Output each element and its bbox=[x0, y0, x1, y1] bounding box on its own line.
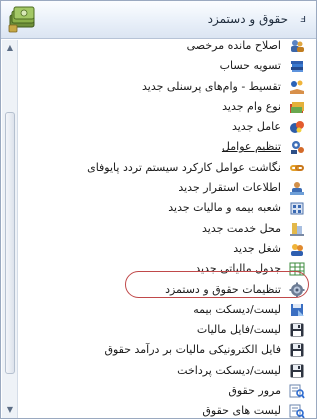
branch-icon bbox=[290, 202, 304, 215]
menu-item-label: فایل الکترونیکی مالیات بر درآمد حقوق bbox=[104, 343, 281, 357]
menu-item-label: اصلاح مانده مرخصی bbox=[186, 40, 281, 52]
settings-users-icon bbox=[291, 141, 304, 155]
menu-item[interactable]: جدول مالیاتی جدید bbox=[19, 259, 311, 279]
menu-item[interactable]: لیست/فایل مالیات bbox=[19, 320, 311, 340]
floppy-disk-icon bbox=[290, 364, 304, 378]
menu-item[interactable]: لیست/دیسکت پرداخت bbox=[19, 361, 311, 381]
menu-item-label: نگاشت عوامل کارکرد سیستم تردد پایوفای bbox=[87, 160, 281, 174]
menu-item-label: شعبه بیمه و مالیات جدید bbox=[168, 201, 281, 215]
floppy-disk-icon bbox=[290, 323, 304, 337]
menu-item-label: محل خدمت جدید bbox=[202, 221, 281, 235]
diskette-insurance-icon bbox=[291, 303, 304, 316]
menu-item-label: لیست/دیسکت پرداخت bbox=[177, 363, 281, 377]
scroll-thumb[interactable] bbox=[5, 112, 15, 374]
menu-item[interactable]: شعبه بیمه و مالیات جدید bbox=[19, 198, 311, 218]
gear-icon bbox=[289, 282, 305, 298]
menu-item[interactable]: نوع وام جدید bbox=[19, 97, 311, 117]
menu-item-label: جدول مالیاتی جدید bbox=[195, 262, 281, 276]
job-icon bbox=[291, 243, 303, 256]
menu-item-label: تنظیمات حقوق و دستمزد bbox=[165, 282, 281, 296]
menu-item[interactable]: شغل جدید bbox=[19, 239, 311, 259]
menu-item[interactable]: لیست/دیسکت بیمه bbox=[19, 300, 311, 320]
factor-icon bbox=[290, 121, 304, 134]
building-icon bbox=[290, 222, 304, 236]
menu-item[interactable]: لیست های حقوق bbox=[19, 401, 311, 418]
folders-icon bbox=[290, 101, 304, 113]
menu-item[interactable]: تنظیم عوامل bbox=[19, 137, 311, 157]
menu-item-label: مرور حقوق bbox=[228, 384, 281, 398]
menu-item[interactable]: عامل جدید bbox=[19, 117, 311, 137]
menu-item[interactable]: تنظیمات حقوق و دستمزد bbox=[19, 280, 311, 300]
scroll-up-button[interactable]: ▲ bbox=[2, 41, 18, 55]
users-edit-icon bbox=[291, 40, 304, 52]
menu-item-label: نوع وام جدید bbox=[222, 99, 281, 113]
menu-item[interactable]: محل خدمت جدید bbox=[19, 219, 311, 239]
menu-item-label: تقسیط - وام‌های پرسنلی جدید bbox=[142, 79, 281, 93]
floppy-disk-icon bbox=[290, 343, 304, 357]
menu-item-label: لیست/فایل مالیات bbox=[196, 323, 281, 337]
menu-item-label: لیست/دیسکت بیمه bbox=[193, 302, 281, 316]
grid-table-icon bbox=[289, 262, 305, 276]
menu-item[interactable]: فایل الکترونیکی مالیات بر درآمد حقوق bbox=[19, 340, 311, 360]
panel-title: حقوق و دستمزد bbox=[207, 12, 288, 26]
menu-item[interactable]: مرور حقوق bbox=[19, 381, 311, 401]
menu-item-label: عامل جدید bbox=[231, 120, 281, 134]
menu-item[interactable]: تسویه حساب bbox=[19, 56, 311, 76]
link-icon bbox=[290, 164, 304, 171]
menu-list: اصلاح مانده مرخصی تسویه حساب تقسیط - وام‌ه… bbox=[19, 40, 311, 418]
magnifier-report-icon bbox=[289, 404, 305, 418]
scroll-down-button[interactable]: ▼ bbox=[2, 403, 18, 417]
menu-item[interactable]: نگاشت عوامل کارکرد سیستم تردد پایوفای bbox=[19, 158, 311, 178]
book-stack-icon bbox=[291, 61, 303, 73]
user-info-icon bbox=[290, 182, 304, 196]
menu-item[interactable]: اصلاح مانده مرخصی bbox=[19, 40, 311, 56]
money-stack-icon bbox=[8, 6, 35, 33]
vertical-scrollbar[interactable]: ▲ ▼ bbox=[2, 40, 18, 418]
magnifier-report-icon bbox=[289, 384, 305, 399]
hand-coins-icon bbox=[290, 80, 304, 94]
menu-item-label: لیست های حقوق bbox=[202, 404, 281, 418]
menu-item[interactable]: تقسیط - وام‌های پرسنلی جدید bbox=[19, 77, 311, 97]
payroll-panel: حقوق و دستمزد ⅎ ▲ ▼ اصلاح مانده مرخصی تسو… bbox=[0, 0, 317, 419]
menu-item[interactable]: اطلاعات استقرار جدید bbox=[19, 178, 311, 198]
pin-icon[interactable]: ⅎ bbox=[296, 11, 310, 27]
menu-item-label: شغل جدید bbox=[233, 241, 281, 255]
menu-item-label: تنظیم عوامل bbox=[221, 140, 281, 154]
menu-item-label: اطلاعات استقرار جدید bbox=[178, 181, 281, 195]
menu-item-label: تسویه حساب bbox=[219, 59, 281, 73]
panel-header: حقوق و دستمزد ⅎ bbox=[1, 1, 316, 39]
